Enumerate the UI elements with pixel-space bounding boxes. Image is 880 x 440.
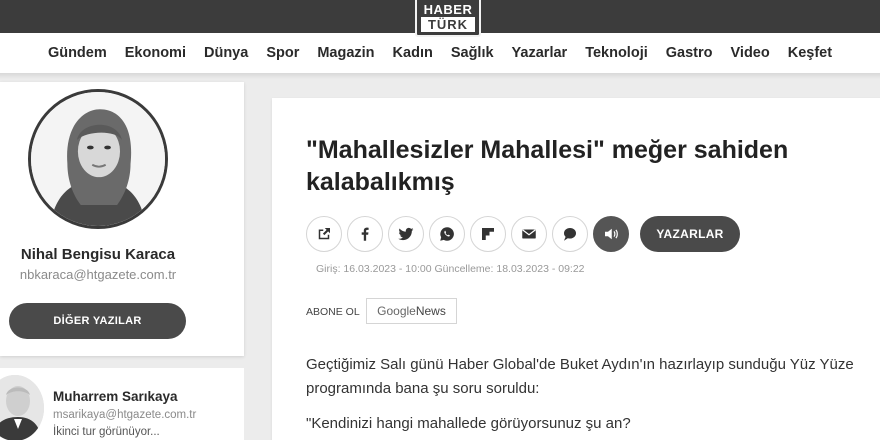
- nav-divider: [0, 73, 880, 79]
- article-title: "Mahallesizler Mahallesi" meğer sahiden …: [306, 134, 880, 198]
- author-email[interactable]: nbkaraca@htgazete.com.tr: [0, 267, 196, 282]
- facebook-icon[interactable]: [347, 216, 383, 252]
- author-avatar[interactable]: [28, 89, 168, 229]
- share-icon[interactable]: [306, 216, 342, 252]
- related-author-name[interactable]: Muharrem Sarıkaya: [53, 389, 178, 404]
- nav-item-gundem[interactable]: Gündem: [39, 45, 116, 61]
- comment-icon[interactable]: [552, 216, 588, 252]
- related-author-avatar[interactable]: [0, 375, 44, 440]
- share-bar: YAZARLAR: [306, 216, 740, 252]
- audio-icon[interactable]: [593, 216, 629, 252]
- related-author-teaser[interactable]: İkinci tur görünüyor...: [53, 426, 160, 438]
- google-news-button[interactable]: Google News: [366, 298, 457, 324]
- publish-dates: Giriş: 16.03.2023 - 10:00 Güncelleme: 18…: [316, 263, 585, 275]
- nav-item-gastro[interactable]: Gastro: [657, 45, 722, 61]
- nav-item-saglik[interactable]: Sağlık: [442, 45, 503, 61]
- nav-item-kadin[interactable]: Kadın: [384, 45, 442, 61]
- author-photo: [31, 92, 165, 226]
- nav-item-yazarlar[interactable]: Yazarlar: [503, 45, 577, 61]
- whatsapp-icon[interactable]: [429, 216, 465, 252]
- google-news-label: News: [415, 304, 446, 318]
- nav-item-spor[interactable]: Spor: [257, 45, 308, 61]
- twitter-icon[interactable]: [388, 216, 424, 252]
- other-articles-button[interactable]: DİĞER YAZILAR: [9, 303, 186, 339]
- logo-bottom-text: TÜRK: [421, 17, 475, 32]
- article-title-line2: kalabalıkmış: [306, 168, 455, 196]
- google-news-logo: Google: [377, 304, 416, 318]
- subscribe-label: ABONE OL: [306, 306, 360, 318]
- nav-item-ekonomi[interactable]: Ekonomi: [116, 45, 195, 61]
- author-name[interactable]: Nihal Bengisu Karaca: [0, 246, 196, 263]
- main-nav: Gündem Ekonomi Dünya Spor Magazin Kadın …: [0, 33, 880, 73]
- nav-item-teknoloji[interactable]: Teknoloji: [576, 45, 657, 61]
- article-title-line1: "Mahallesizler Mahallesi" meğer sahiden: [306, 136, 789, 164]
- nav-item-kesfet[interactable]: Keşfet: [779, 45, 841, 61]
- article-paragraph: Geçtiğimiz Salı günü Haber Global'de Buk…: [306, 356, 854, 397]
- nav-item-video[interactable]: Video: [722, 45, 779, 61]
- nav-item-magazin[interactable]: Magazin: [308, 45, 383, 61]
- article-panel: "Mahallesizler Mahallesi" meğer sahiden …: [272, 98, 880, 440]
- author-card: Nihal Bengisu Karaca nbkaraca@htgazete.c…: [0, 82, 244, 356]
- mail-icon[interactable]: [511, 216, 547, 252]
- related-author-email: msarikaya@htgazete.com.tr: [53, 409, 197, 421]
- writers-button[interactable]: YAZARLAR: [640, 216, 740, 252]
- flipboard-icon[interactable]: [470, 216, 506, 252]
- haberturk-logo[interactable]: HABER TÜRK: [415, 0, 481, 37]
- logo-top-text: HABER: [423, 2, 473, 17]
- related-author-item[interactable]: Muharrem Sarıkaya msarikaya@htgazete.com…: [0, 368, 244, 440]
- nav-item-dunya[interactable]: Dünya: [195, 45, 257, 61]
- article-paragraph: "Kendinizi hangi mahallede görüyorsunuz …: [306, 415, 631, 432]
